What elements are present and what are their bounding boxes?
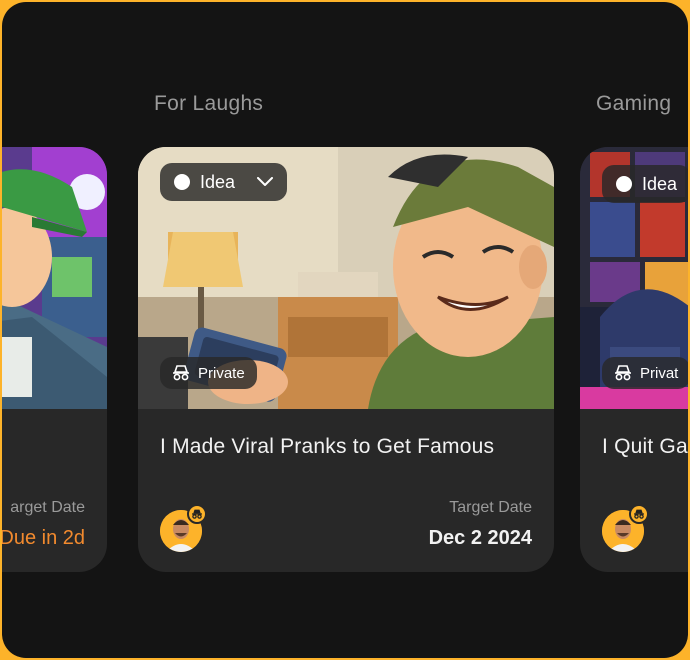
incognito-icon <box>614 365 632 381</box>
video-card-right[interactable]: Idea Privat I Quit Ga <box>580 147 688 572</box>
target-date-value: Dec 2 2024 <box>428 527 532 549</box>
video-card-left[interactable]: arget Date Due in 2d <box>2 147 107 572</box>
chevron-down-icon <box>257 177 274 187</box>
visibility-label: Privat <box>640 364 679 382</box>
circle-icon <box>616 176 632 192</box>
private-badge: Private <box>160 357 257 389</box>
incognito-icon <box>629 504 649 524</box>
section-label-gaming: Gaming <box>596 92 672 115</box>
circle-icon <box>174 174 190 190</box>
status-label: Idea <box>200 171 236 192</box>
section-label-for-laughs: For Laughs <box>154 92 264 115</box>
private-badge: Privat <box>602 357 688 389</box>
status-dropdown[interactable]: Idea <box>602 165 688 203</box>
card-title: I Quit Ga <box>602 435 688 458</box>
incognito-icon <box>187 504 207 524</box>
card-thumbnail <box>2 147 107 409</box>
target-date-label: Target Date <box>449 499 532 516</box>
video-card-center[interactable]: Idea Private I Made Viral Pranks to Get … <box>138 147 554 572</box>
status-dropdown[interactable]: Idea <box>160 163 288 201</box>
incognito-icon <box>172 365 190 381</box>
target-date-label: arget Date <box>10 499 85 516</box>
status-label: Idea <box>642 173 678 194</box>
visibility-label: Private <box>198 364 245 382</box>
card-title: I Made Viral Pranks to Get Famous <box>160 435 495 458</box>
board-frame: For Laughs Gaming arget Date Due in 2d I… <box>2 2 688 658</box>
thumbnail-illustration <box>2 147 107 409</box>
target-date-value: Due in 2d <box>2 527 85 549</box>
